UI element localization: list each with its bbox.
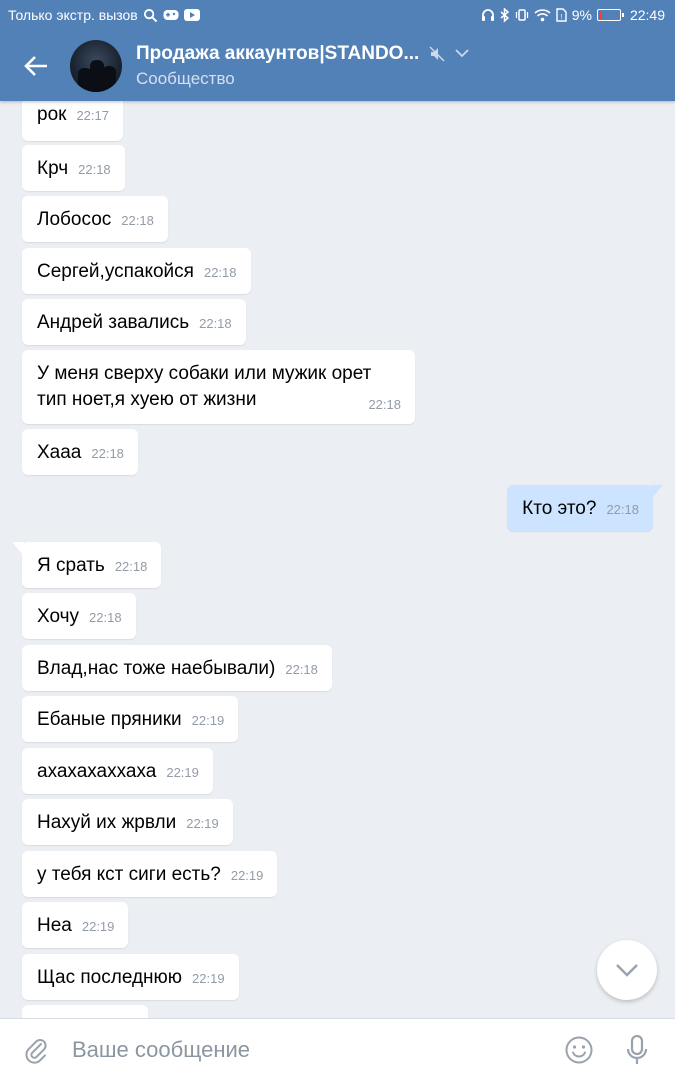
message-text: Лобосос — [37, 209, 112, 230]
chat-subtitle: Сообщество — [136, 68, 235, 88]
message-bubble[interactable]: Я срать 22:18 — [12, 542, 162, 588]
carrier-text: Только экстр. вызов — [8, 7, 138, 23]
message-time: 22:18 — [203, 265, 237, 280]
top-bar: Только экстр. вызов ! 9% 22:49 Продажа а… — [0, 0, 675, 101]
status-bar: Только экстр. вызов ! 9% 22:49 — [0, 0, 675, 30]
message-text: Кто это? — [522, 498, 597, 519]
smile-icon — [565, 1036, 593, 1063]
message-text: рок — [37, 104, 67, 125]
back-button[interactable] — [22, 52, 50, 80]
message-text: Я срать — [37, 555, 105, 576]
message-bubble[interactable]: Андрей завались 22:18 — [22, 299, 246, 345]
battery-percent: 9% — [571, 7, 592, 23]
message-time: 22:18 — [199, 316, 232, 331]
message-time: 22:18 — [114, 559, 148, 574]
message-text: Щас последнюю — [37, 967, 183, 988]
search-icon — [143, 8, 158, 22]
message-bubble[interactable]: Хочу 22:18 — [22, 593, 136, 639]
sim-icon: ! — [556, 8, 567, 22]
message-text: Влад,нас тоже наебывали) — [37, 658, 276, 679]
bluetooth-icon — [500, 7, 509, 23]
headphones-icon — [481, 9, 494, 21]
message-text: Хочу — [37, 606, 80, 627]
message-bubble[interactable]: У меня сверху собаки или мужик орет тип … — [22, 350, 415, 424]
voice-record-button[interactable] — [621, 1034, 653, 1066]
emoji-button[interactable] — [563, 1034, 595, 1066]
message-text: Неа — [37, 915, 72, 936]
message-feed[interactable]: рок 22:17 Крч 22:18 Лобосос 22:18 Сергей,ус… — [0, 101, 675, 1018]
message-time: 22:18 — [285, 662, 318, 677]
chat-header: Продажа аккаунтов|STANDO... Сообщество — [0, 30, 675, 101]
message-bubble[interactable]: Сергей,успакойся 22:18 — [22, 248, 251, 294]
message-bubble[interactable]: Щас последнюю 22:19 — [22, 954, 239, 1000]
chat-title-block[interactable]: Продажа аккаунтов|STANDO... Сообщество — [136, 43, 469, 89]
message-time: 22:18 — [121, 213, 154, 228]
message-text: Крч — [37, 158, 69, 179]
message-time: 22:19 — [81, 919, 115, 934]
avatar[interactable] — [70, 39, 122, 92]
message-bubble[interactable]: Ебаные пряники 22:19 — [22, 696, 239, 742]
message-bubble[interactable]: Влад,нас тоже наебывали) 22:18 — [22, 645, 332, 691]
chevron-down-icon[interactable] — [455, 49, 469, 58]
wifi-icon — [534, 8, 551, 21]
message-time: 22:18 — [368, 397, 401, 412]
message-text: Андрей завались — [37, 312, 190, 333]
message-text-line1: У меня сверху собаки или мужик орет — [37, 363, 372, 384]
scroll-to-bottom-button[interactable] — [597, 940, 657, 1000]
message-time: 22:19 — [192, 971, 225, 986]
battery-icon — [596, 9, 624, 21]
youtube-icon — [183, 9, 200, 21]
message-time: 22:19 — [166, 765, 199, 780]
message-time: 22:18 — [78, 162, 111, 177]
message-bubble[interactable]: рок 22:17 — [22, 101, 123, 141]
microphone-icon — [626, 1034, 648, 1064]
message-bubble[interactable]: Хааа 22:18 — [22, 429, 138, 475]
message-text: Хааа — [37, 442, 82, 463]
vibrate-icon — [515, 9, 528, 21]
message-text-line2: тип ноет,я хуею от жизни — [37, 389, 257, 410]
attach-button[interactable] — [22, 1035, 50, 1065]
message-bubble[interactable]: Крч 22:18 — [22, 145, 125, 191]
message-input-bar — [0, 1018, 675, 1080]
message-text: Ебаные пряники — [37, 709, 182, 730]
message-input[interactable] — [72, 1036, 563, 1063]
message-time: 22:19 — [186, 816, 219, 831]
message-time: 22:18 — [606, 502, 639, 517]
message-bubble[interactable]: Неа 22:19 — [22, 902, 129, 948]
message-text: ахахахаххаха — [37, 761, 157, 782]
paperclip-icon — [25, 1038, 47, 1064]
arrow-left-icon — [24, 55, 47, 76]
message-time: 22:19 — [230, 868, 264, 883]
message-text: у тебя кст сиги есть? — [37, 864, 221, 885]
message-bubble[interactable]: у тебя кст сиги есть? 22:19 — [22, 851, 278, 897]
gamepad-icon — [163, 10, 179, 20]
chevron-down-icon — [616, 964, 638, 977]
muted-icon — [429, 45, 445, 62]
message-text: Нахуй их жрвли — [37, 812, 177, 833]
message-text: Сергей,успакойся — [37, 261, 194, 282]
clock: 22:49 — [629, 7, 665, 23]
message-time: 22:17 — [76, 108, 109, 123]
message-bubble[interactable]: Лобосос 22:18 — [22, 196, 168, 242]
message-time: 22:19 — [191, 713, 225, 728]
message-bubble[interactable]: ахахахаххаха 22:19 — [22, 748, 213, 794]
chat-title: Продажа аккаунтов|STANDO... — [136, 42, 420, 64]
message-time: 22:18 — [91, 446, 124, 461]
message-time: 22:18 — [89, 610, 122, 625]
svg-text:!: ! — [560, 14, 562, 21]
outgoing-message-bubble[interactable]: Кто это? 22:18 — [507, 485, 663, 531]
message-bubble[interactable]: Нахуй их жрвли 22:19 — [22, 799, 233, 845]
message-bubble-partial[interactable] — [22, 1005, 148, 1018]
